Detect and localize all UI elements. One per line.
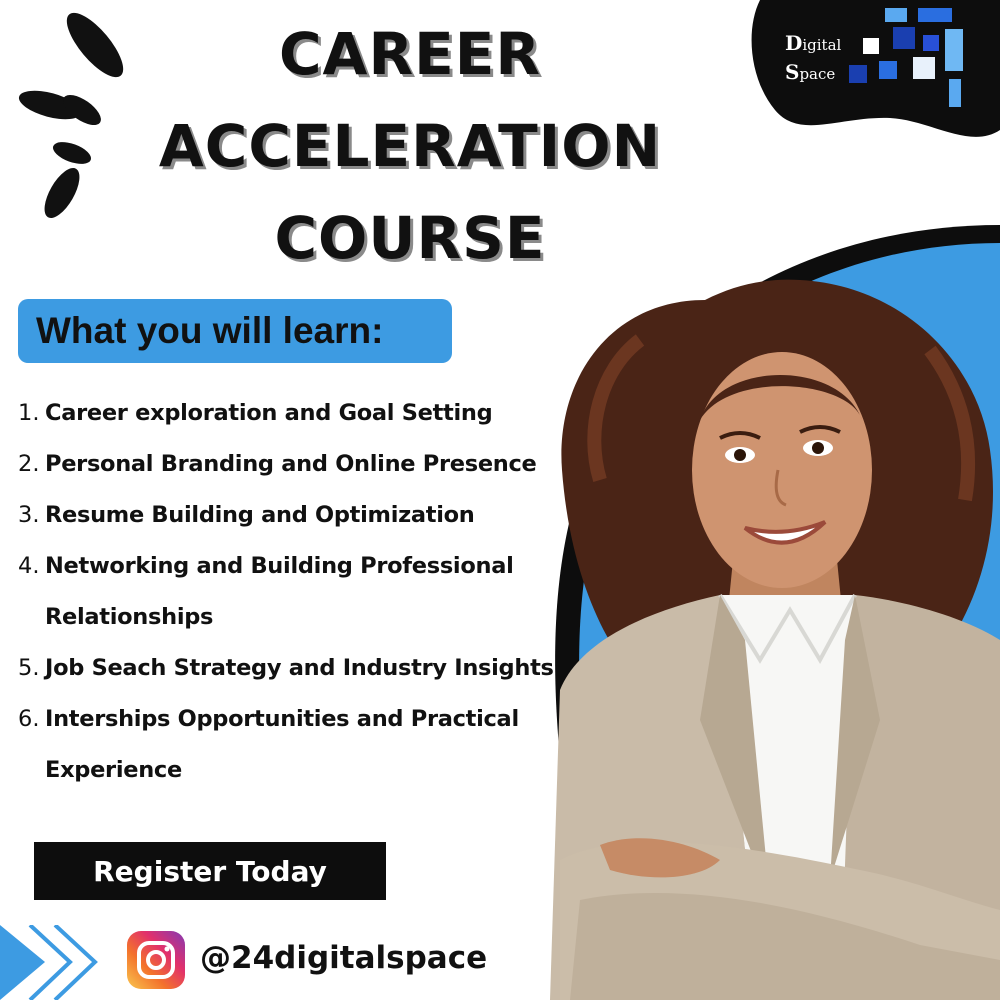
list-item-text: Networking and Building Professional <box>45 553 514 579</box>
list-item-text: Interships Opportunities and Practical <box>45 706 519 732</box>
list-item: 6. Interships Opportunities and Practica… <box>18 694 558 745</box>
list-item-text: Career exploration and Goal Setting <box>45 400 493 426</box>
learn-heading: What you will learn: <box>36 310 384 351</box>
list-item: 4. Networking and Building Professional <box>18 541 558 592</box>
list-item-number: 5. <box>18 655 40 681</box>
learn-heading-box: What you will learn: <box>18 299 452 363</box>
list-item-text: Job Seach Strategy and Industry Insights <box>45 655 554 681</box>
chevron-right-icon <box>0 925 98 1000</box>
instagram-handle[interactable]: @24digitalspace <box>200 940 487 976</box>
list-item-text: Personal Branding and Online Presence <box>45 451 537 477</box>
list-item-number: 2. <box>18 451 40 477</box>
list-item: 2. Personal Branding and Online Presence <box>18 439 558 490</box>
list-item-number: 3. <box>18 502 40 528</box>
list-item: 1. Career exploration and Goal Setting <box>18 388 558 439</box>
learn-list: 1. Career exploration and Goal Setting 2… <box>18 388 558 796</box>
register-button[interactable]: Register Today <box>34 842 386 900</box>
list-item-number: 6. <box>18 706 40 732</box>
list-item: 3. Resume Building and Optimization <box>18 490 558 541</box>
list-item: 5. Job Seach Strategy and Industry Insig… <box>18 643 558 694</box>
list-item-text: Resume Building and Optimization <box>45 502 475 528</box>
list-item-continuation: Relationships <box>18 592 558 643</box>
list-item-text: Experience <box>45 757 182 783</box>
list-item-continuation: Experience <box>18 745 558 796</box>
list-item-number: 1. <box>18 400 40 426</box>
list-item-number: 4. <box>18 553 40 579</box>
list-item-text: Relationships <box>45 604 214 630</box>
instagram-icon[interactable] <box>127 931 185 989</box>
